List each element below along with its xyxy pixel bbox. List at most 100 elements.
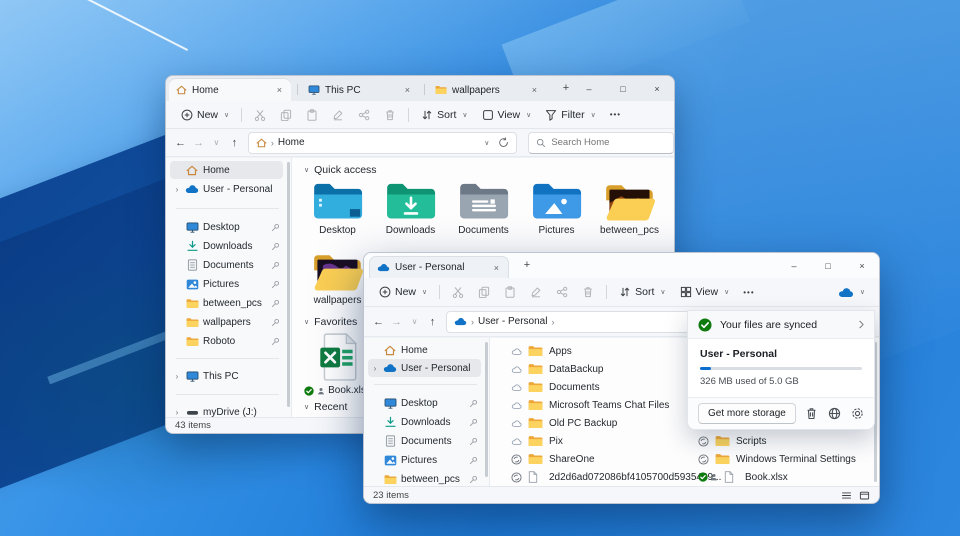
quick-access-downloads[interactable]: Downloads bbox=[374, 180, 447, 236]
file-row-teams-chat-files[interactable]: Microsoft Teams Chat Files bbox=[511, 396, 669, 414]
sidebar-item-onedrive[interactable]: › User - Personal bbox=[170, 180, 283, 198]
back-nav-button[interactable]: ← bbox=[172, 137, 189, 149]
sidebar-item-home[interactable]: Home bbox=[368, 341, 481, 359]
onedrive-status-button[interactable]: ∨ bbox=[838, 287, 879, 298]
expander-icon[interactable]: › bbox=[173, 372, 181, 381]
delete-button[interactable] bbox=[578, 282, 598, 302]
close-button[interactable]: × bbox=[640, 76, 674, 101]
recycle-bin-icon[interactable] bbox=[805, 407, 818, 420]
sidebar-item-desktop[interactable]: Desktop bbox=[170, 218, 283, 236]
maximize-button[interactable]: □ bbox=[606, 76, 640, 101]
section-recent[interactable]: ∨ Recent bbox=[304, 401, 347, 413]
file-row-shareone[interactable]: ShareOne bbox=[511, 450, 595, 468]
file-row-pix[interactable]: Pix bbox=[511, 432, 563, 450]
rename-button[interactable] bbox=[526, 282, 546, 302]
expander-icon[interactable]: › bbox=[371, 364, 379, 373]
breadcrumb-segment[interactable]: Home bbox=[278, 137, 305, 148]
tab-close-button[interactable]: × bbox=[492, 263, 501, 273]
back-nav-button[interactable]: ← bbox=[370, 316, 387, 328]
share-button[interactable] bbox=[354, 105, 374, 125]
file-row-scripts[interactable]: Scripts bbox=[698, 432, 767, 450]
section-favorites[interactable]: ∨ Favorites bbox=[304, 316, 357, 328]
file-row-databackup[interactable]: DataBackup bbox=[511, 360, 603, 378]
sidebar-item-pictures[interactable]: Pictures bbox=[170, 275, 283, 293]
sidebar-item-home[interactable]: Home bbox=[170, 161, 283, 179]
forward-nav-button[interactable]: → bbox=[190, 137, 207, 149]
minimize-button[interactable]: – bbox=[777, 253, 811, 278]
chevron-down-icon[interactable]: ∨ bbox=[304, 166, 309, 174]
globe-icon[interactable] bbox=[828, 407, 841, 420]
minimize-button[interactable]: – bbox=[572, 76, 606, 101]
sidebar-item-wallpapers[interactable]: wallpapers bbox=[170, 313, 283, 331]
sidebar-item-between-pcs[interactable]: between_pcs bbox=[170, 294, 283, 312]
maximize-button[interactable]: □ bbox=[811, 253, 845, 278]
history-dropdown[interactable]: ∨ bbox=[406, 317, 423, 326]
details-view-icon[interactable] bbox=[841, 490, 852, 501]
file-row-book-xlsx[interactable]: Book.xlsx bbox=[698, 468, 788, 486]
quick-access-documents[interactable]: Documents bbox=[447, 180, 520, 236]
sidebar-item-this-pc[interactable]: › This PC bbox=[170, 367, 283, 385]
up-nav-button[interactable]: ↑ bbox=[424, 316, 441, 328]
cut-button[interactable] bbox=[448, 282, 468, 302]
gear-icon[interactable] bbox=[851, 407, 864, 420]
filter-button[interactable]: Filter ∨ bbox=[538, 105, 602, 125]
close-button[interactable]: × bbox=[845, 253, 879, 278]
back-tab-home[interactable]: Home × bbox=[169, 79, 291, 101]
back-titlebar[interactable]: Home × This PC × wallpapers × + – □ × bbox=[166, 76, 674, 101]
new-button[interactable]: New ∨ bbox=[174, 105, 236, 125]
up-nav-button[interactable]: ↑ bbox=[226, 137, 243, 149]
share-button[interactable] bbox=[552, 282, 572, 302]
cut-button[interactable] bbox=[250, 105, 270, 125]
file-row-old-pc-backup[interactable]: Old PC Backup bbox=[511, 414, 617, 432]
sidebar-item-downloads[interactable]: Downloads bbox=[170, 237, 283, 255]
history-dropdown[interactable]: ∨ bbox=[208, 138, 225, 147]
sidebar-item-downloads[interactable]: Downloads bbox=[368, 413, 481, 431]
view-button[interactable]: View ∨ bbox=[673, 282, 737, 302]
new-button[interactable]: New ∨ bbox=[372, 282, 434, 302]
sidebar-item-roboto[interactable]: Roboto bbox=[170, 332, 283, 350]
file-row-hash-file[interactable]: 2d2d6ad072086bf4105700d5935439... bbox=[511, 468, 721, 486]
copy-button[interactable] bbox=[474, 282, 494, 302]
forward-nav-button[interactable]: → bbox=[388, 316, 405, 328]
quick-access-between-pcs[interactable]: between_pcs bbox=[593, 180, 666, 236]
new-tab-button[interactable]: + bbox=[519, 258, 535, 274]
sidebar-item-onedrive[interactable]: › User - Personal bbox=[368, 359, 481, 377]
sync-status-row[interactable]: Your files are synced bbox=[688, 311, 874, 339]
back-tab-wallpapers[interactable]: wallpapers × bbox=[428, 79, 546, 101]
address-dropdown-icon[interactable]: ∨ bbox=[484, 139, 489, 147]
quick-access-desktop[interactable]: Desktop bbox=[301, 180, 374, 236]
chevron-down-icon[interactable]: ∨ bbox=[304, 403, 309, 411]
sidebar-item-pictures[interactable]: Pictures bbox=[368, 451, 481, 469]
quick-access-pictures[interactable]: Pictures bbox=[520, 180, 593, 236]
more-options-button[interactable]: ••• bbox=[603, 106, 628, 123]
search-box[interactable] bbox=[528, 132, 674, 154]
front-tab-onedrive[interactable]: User - Personal × bbox=[369, 256, 509, 278]
paste-button[interactable] bbox=[500, 282, 520, 302]
tab-close-button[interactable]: × bbox=[275, 85, 284, 95]
file-row-apps[interactable]: Apps bbox=[511, 342, 572, 360]
search-input[interactable] bbox=[551, 137, 656, 148]
sidebar-scrollbar[interactable] bbox=[287, 162, 290, 407]
copy-button[interactable] bbox=[276, 105, 296, 125]
refresh-icon[interactable] bbox=[498, 137, 509, 148]
tab-close-button[interactable]: × bbox=[403, 85, 412, 95]
expander-icon[interactable]: › bbox=[173, 408, 181, 417]
address-bar[interactable]: › User - Personal › bbox=[446, 311, 691, 333]
rename-button[interactable] bbox=[328, 105, 348, 125]
large-icons-view-icon[interactable] bbox=[859, 490, 870, 501]
front-titlebar[interactable]: User - Personal × + – □ × bbox=[364, 253, 879, 278]
back-tab-thispc[interactable]: This PC × bbox=[301, 79, 419, 101]
sidebar-item-documents[interactable]: Documents bbox=[368, 432, 481, 450]
address-bar[interactable]: › Home ∨ bbox=[248, 132, 517, 154]
view-button[interactable]: View ∨ bbox=[475, 105, 539, 125]
expander-icon[interactable]: › bbox=[173, 185, 181, 194]
section-quick-access[interactable]: ∨ Quick access bbox=[304, 164, 377, 176]
sidebar-item-documents[interactable]: Documents bbox=[170, 256, 283, 274]
file-row-documents[interactable]: Documents bbox=[511, 378, 600, 396]
get-more-storage-button[interactable]: Get more storage bbox=[698, 403, 796, 424]
sidebar-item-desktop[interactable]: Desktop bbox=[368, 394, 481, 412]
more-options-button[interactable]: ••• bbox=[736, 284, 761, 301]
breadcrumb-segment[interactable]: User - Personal bbox=[478, 316, 547, 327]
sort-button[interactable]: Sort ∨ bbox=[612, 282, 672, 302]
file-row-windows-terminal-settings[interactable]: Windows Terminal Settings bbox=[698, 450, 856, 468]
